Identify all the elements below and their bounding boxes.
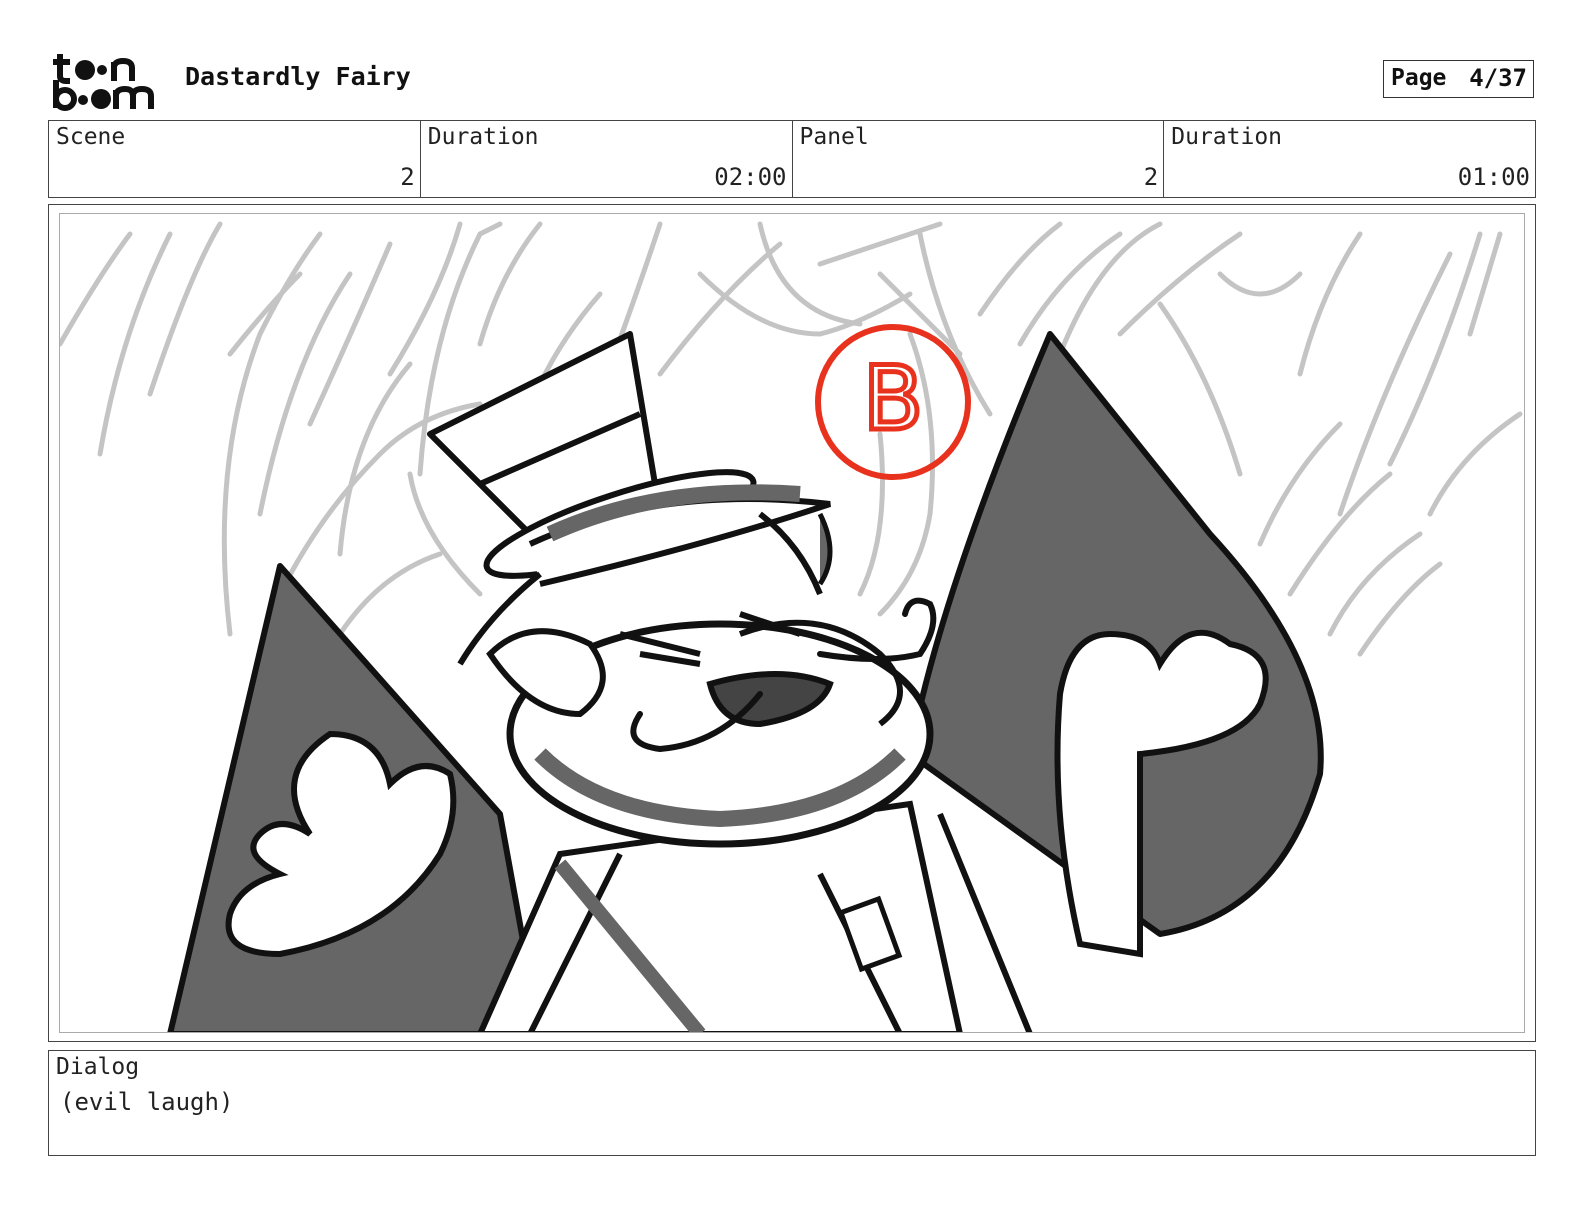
scene-duration-cell: Duration 02:00	[421, 121, 793, 197]
panel-value: 2	[1143, 163, 1159, 191]
scene-label: Scene	[56, 124, 126, 150]
scene-duration-label: Duration	[427, 124, 539, 150]
panel-info-row: Scene 2 Duration 02:00 Panel 2 Duration …	[48, 120, 1536, 198]
svg-text:B: B	[863, 347, 923, 450]
storyboard-panel-frame: B	[48, 204, 1536, 1042]
dialog-label: Dialog	[56, 1054, 140, 1080]
page-label: Page	[1391, 65, 1447, 91]
panel-label: Panel	[799, 124, 869, 150]
storyboard-panel-image: B	[59, 213, 1525, 1033]
scene-duration-value: 02:00	[714, 163, 787, 191]
panel-duration-label: Duration	[1171, 124, 1283, 150]
b-marker: B	[815, 324, 971, 480]
project-title: Dastardly Fairy	[185, 62, 411, 91]
dialog-box: Dialog (evil laugh)	[48, 1050, 1536, 1156]
panel-duration-value: 01:00	[1457, 163, 1530, 191]
dialog-text: (evil laugh)	[60, 1088, 234, 1116]
page-number: 4/37	[1469, 64, 1527, 92]
toon-boom-logo	[50, 50, 165, 112]
panel-sketch: B	[60, 221, 1523, 1032]
page-indicator: Page 4/37	[1383, 60, 1534, 98]
scene-value: 2	[400, 163, 415, 191]
panel-cell: Panel 2	[793, 121, 1165, 197]
panel-duration-cell: Duration 01:00	[1164, 121, 1535, 197]
scene-cell: Scene 2	[49, 121, 421, 197]
